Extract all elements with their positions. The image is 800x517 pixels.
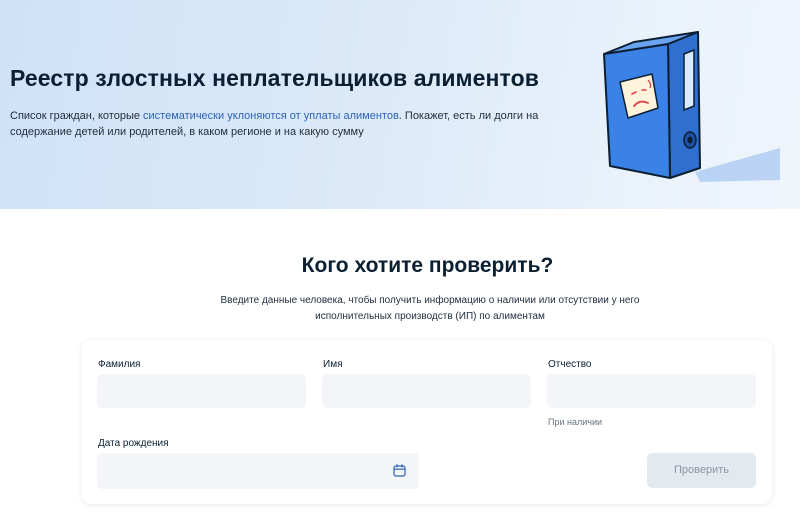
surname-label: Фамилия xyxy=(98,359,141,370)
check-section-description: Введите данные человека, чтобы получить … xyxy=(220,295,640,322)
birthdate-label: Дата рождения xyxy=(98,438,169,449)
patronymic-hint: При наличии xyxy=(548,417,602,427)
hero-banner: Реестр злостных неплательщиков алиментов… xyxy=(0,0,800,209)
birthdate-input[interactable] xyxy=(97,453,419,489)
description-link[interactable]: систематически уклоняются от уплаты алим… xyxy=(143,110,399,122)
check-section-title: Кого хотите проверить? xyxy=(301,254,554,277)
page-description: Список граждан, которые систематически у… xyxy=(10,108,550,140)
search-form: Фамилия Имя Отчество При наличии Дата ро… xyxy=(82,340,772,504)
check-button[interactable]: Проверить xyxy=(647,453,756,488)
surname-input[interactable] xyxy=(97,374,306,408)
patronymic-input[interactable] xyxy=(547,374,756,408)
name-input[interactable] xyxy=(322,374,531,408)
description-text-start: Список граждан, которые xyxy=(10,110,144,122)
calendar-icon[interactable] xyxy=(393,464,406,477)
page-title: Реестр злостных неплательщиков алиментов xyxy=(10,65,540,91)
blue-folder-sad-sticky-note-icon xyxy=(603,31,780,182)
name-label: Имя xyxy=(323,359,343,370)
patronymic-label: Отчество xyxy=(548,359,592,370)
